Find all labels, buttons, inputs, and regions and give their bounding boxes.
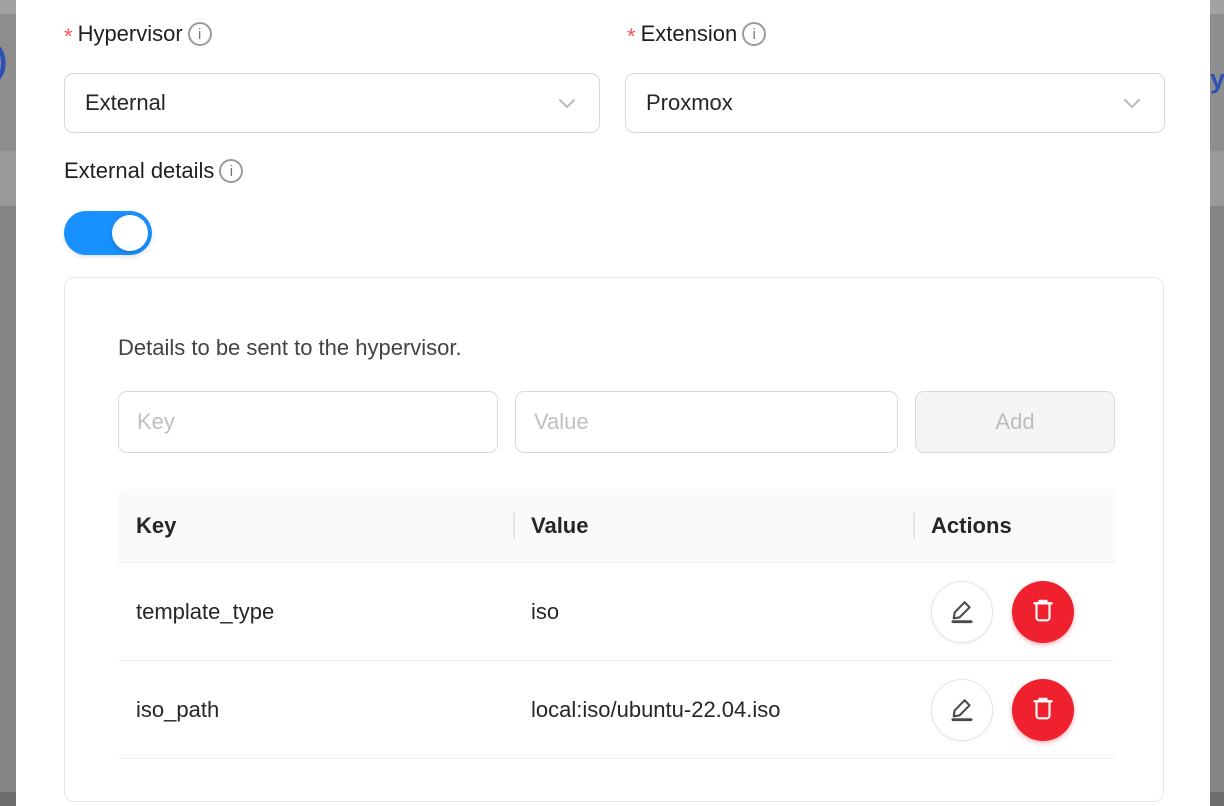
extension-label: * Extension i — [627, 18, 766, 50]
key-input[interactable] — [118, 391, 498, 453]
table-header-value: Value — [513, 513, 913, 539]
panel-description: Details to be sent to the hypervisor. — [118, 335, 462, 361]
external-details-label-text: External details — [64, 158, 214, 184]
row-key-cell: iso_path — [118, 697, 513, 723]
extension-select-value: Proxmox — [646, 90, 1120, 116]
backdrop-band — [0, 792, 16, 806]
edit-pencil-icon — [948, 694, 976, 725]
table-row: iso_path local:iso/ubuntu-22.04.iso — [118, 661, 1115, 759]
hypervisor-select-value: External — [85, 90, 555, 116]
table-row: template_type iso — [118, 563, 1115, 661]
dimmed-backdrop-right: ys — [1210, 0, 1224, 806]
row-actions-cell — [913, 581, 1115, 643]
backdrop-band — [0, 14, 16, 151]
table-header-key: Key — [118, 513, 513, 539]
hypervisor-label: * Hypervisor i — [64, 18, 212, 50]
row-actions-cell — [913, 679, 1115, 741]
table-header-actions: Actions — [913, 513, 1115, 539]
chevron-down-icon — [1120, 91, 1144, 115]
external-details-label: External details i — [64, 155, 243, 187]
trash-icon — [1028, 693, 1058, 726]
background-text-fragment: ) — [0, 42, 7, 81]
edit-button[interactable] — [931, 581, 993, 643]
delete-button[interactable] — [1012, 679, 1074, 741]
extension-select[interactable]: Proxmox — [625, 73, 1165, 133]
hypervisor-select[interactable]: External — [64, 73, 600, 133]
required-asterisk: * — [64, 24, 73, 50]
external-details-panel: Details to be sent to the hypervisor. Ad… — [64, 277, 1164, 802]
edit-pencil-icon — [948, 596, 976, 627]
dimmed-backdrop-left: ) — [0, 0, 16, 806]
toggle-knob — [112, 215, 148, 251]
info-icon[interactable]: i — [742, 22, 766, 46]
background-text-fragment: ys — [1210, 64, 1224, 95]
extension-label-text: Extension — [641, 21, 738, 47]
external-details-toggle[interactable] — [64, 211, 152, 255]
backdrop-band — [1210, 792, 1224, 806]
delete-button[interactable] — [1012, 581, 1074, 643]
table-header-row: Key Value Actions — [118, 489, 1115, 563]
row-key-cell: template_type — [118, 599, 513, 625]
add-button[interactable]: Add — [915, 391, 1115, 453]
hypervisor-label-text: Hypervisor — [78, 21, 183, 47]
modal-dialog: ) ys * Hypervisor i External * Extension… — [0, 0, 1224, 806]
edit-button[interactable] — [931, 679, 993, 741]
row-value-cell: iso — [513, 599, 913, 625]
backdrop-band — [0, 206, 16, 792]
backdrop-band — [0, 0, 16, 14]
trash-icon — [1028, 595, 1058, 628]
chevron-down-icon — [555, 91, 579, 115]
key-value-table: Key Value Actions template_type iso — [118, 489, 1115, 759]
required-asterisk: * — [627, 24, 636, 50]
backdrop-band — [1210, 151, 1224, 206]
backdrop-band — [1210, 0, 1224, 14]
info-icon[interactable]: i — [188, 22, 212, 46]
value-input[interactable] — [515, 391, 898, 453]
row-value-cell: local:iso/ubuntu-22.04.iso — [513, 697, 913, 723]
info-icon[interactable]: i — [219, 159, 243, 183]
backdrop-band — [1210, 206, 1224, 792]
backdrop-band — [0, 151, 16, 206]
